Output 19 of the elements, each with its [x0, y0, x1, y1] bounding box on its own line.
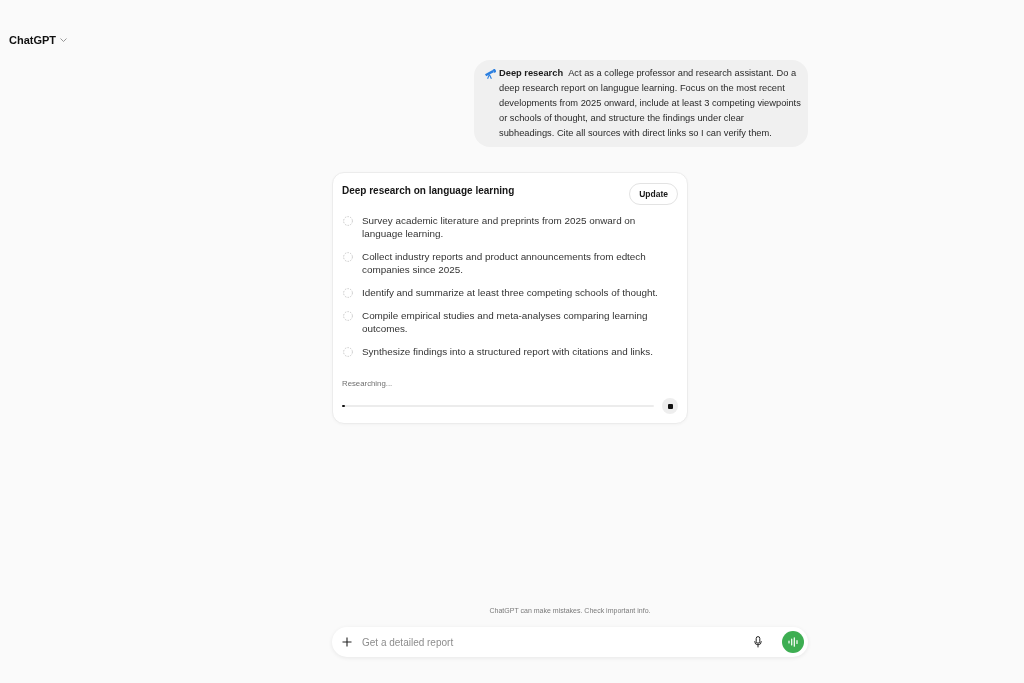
step-text: Synthesize findings into a structured report with citations and links. — [362, 345, 653, 358]
step-text: Compile empirical studies and meta-analyses comparing learning outcomes. — [362, 309, 649, 335]
voice-mode-button[interactable] — [782, 631, 804, 653]
message-text: Deep research Act as a college professor and research assistant. Do a deep research report on langugue learning. Focus on the most recent developments from 2025 onward, include at least 3 competing viewpoints or schools of thought, and structure the findings under clear subheadings. Cite all sources with direct links so I can verify them. — [499, 67, 801, 140]
model-selector-button[interactable]: ChatGPT — [9, 33, 68, 47]
card-title: Deep research on language learning — [342, 184, 515, 198]
telescope-icon — [484, 69, 496, 79]
stop-icon — [667, 403, 673, 409]
message-composer[interactable]: Get a detailed report — [332, 627, 808, 657]
message-input[interactable]: Get a detailed report — [362, 634, 748, 650]
microphone-icon[interactable] — [754, 636, 762, 648]
chevron-down-icon — [60, 38, 68, 42]
update-button[interactable]: Update — [629, 183, 678, 205]
stop-button[interactable] — [662, 398, 678, 414]
plus-icon[interactable] — [342, 637, 352, 647]
step-text: Collect industry reports and product announcements from edtech companies since 2025. — [362, 250, 647, 276]
step-text: Identify and summarize at least three competing schools of thought. — [362, 286, 658, 299]
waveform-icon — [788, 637, 798, 647]
step-text: Survey academic literature and preprints from 2025 onward on language learning. — [362, 214, 637, 240]
